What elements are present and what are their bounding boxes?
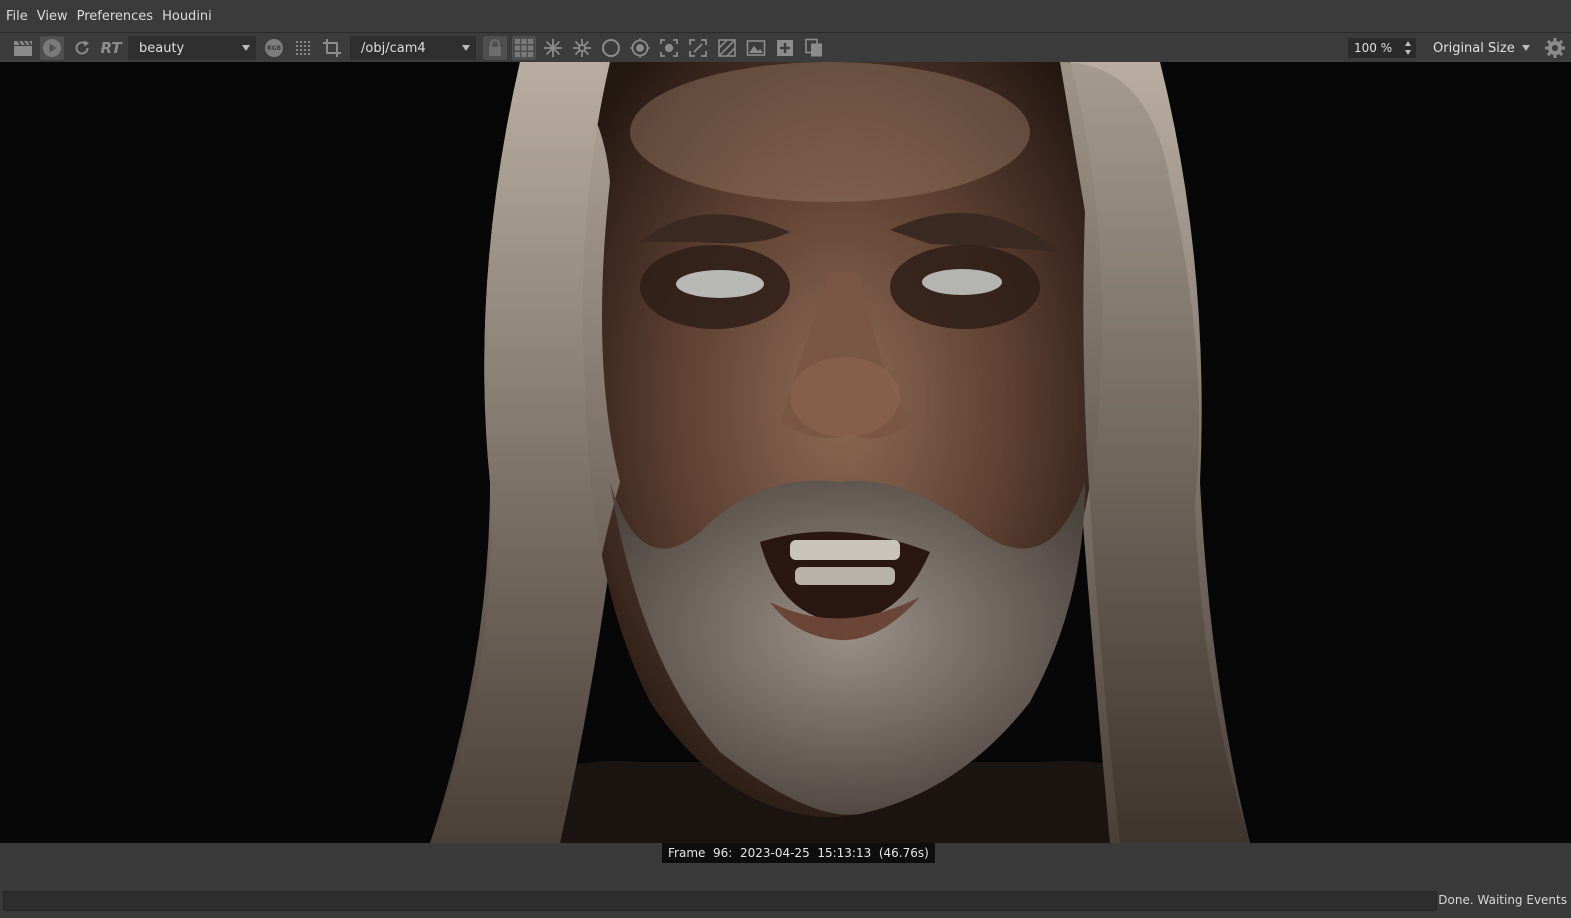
menu-file[interactable]: File xyxy=(6,9,28,24)
chevron-down-icon xyxy=(462,45,470,51)
circle-icon[interactable] xyxy=(599,36,623,60)
menu-preferences[interactable]: Preferences xyxy=(77,9,153,24)
pixel-grid-icon[interactable] xyxy=(291,36,315,60)
aov-dropdown[interactable]: beauty xyxy=(128,36,256,60)
spinner-arrows-icon[interactable] xyxy=(1404,40,1412,56)
grid-icon[interactable] xyxy=(512,36,536,60)
size-dropdown[interactable]: Original Size xyxy=(1422,36,1540,60)
gear-icon[interactable] xyxy=(1543,36,1567,60)
fit-view-icon[interactable] xyxy=(686,36,710,60)
size-value: Original Size xyxy=(1433,40,1515,56)
status-text: Done. Waiting Events xyxy=(1438,893,1567,907)
rgb-channel-icon[interactable]: RGB xyxy=(262,36,286,60)
refresh-icon[interactable] xyxy=(70,36,94,60)
region-render-icon[interactable] xyxy=(715,36,739,60)
aov-value: beauty xyxy=(139,40,185,56)
camera-dropdown[interactable]: /obj/cam4 xyxy=(350,36,476,60)
render-toolbar: RT beauty RGB /obj/cam4 xyxy=(0,34,1571,62)
render-image xyxy=(0,62,1571,843)
chevron-down-icon xyxy=(1522,45,1530,51)
render-viewport[interactable] xyxy=(0,62,1571,843)
snapshot-image-icon[interactable] xyxy=(744,36,768,60)
frame-info-label: Frame 96: 2023-04-25 15:13:13 (46.76s) xyxy=(662,843,935,863)
frame-selection-icon[interactable] xyxy=(657,36,681,60)
rgb-badge-text: RGB xyxy=(266,44,282,52)
zoom-value: 100 % xyxy=(1354,41,1393,55)
clapperboard-icon[interactable] xyxy=(11,36,35,60)
rt-toggle[interactable]: RT xyxy=(98,36,124,60)
render-play-icon[interactable] xyxy=(40,36,64,60)
crop-icon[interactable] xyxy=(320,36,344,60)
menu-view[interactable]: View xyxy=(37,9,68,24)
snowflake-icon[interactable] xyxy=(541,36,565,60)
chevron-down-icon xyxy=(242,45,250,51)
add-snapshot-icon[interactable] xyxy=(773,36,797,60)
render-progress-bar xyxy=(3,891,1437,911)
snowflake-icon[interactable] xyxy=(570,36,594,60)
focus-target-icon[interactable] xyxy=(628,36,652,60)
lock-icon[interactable] xyxy=(483,36,507,60)
copy-icon[interactable] xyxy=(802,36,826,60)
menu-bar: File View Preferences Houdini xyxy=(0,0,1571,33)
zoom-field[interactable]: 100 % xyxy=(1348,38,1416,58)
camera-value: /obj/cam4 xyxy=(361,40,426,56)
menu-houdini[interactable]: Houdini xyxy=(162,9,212,24)
